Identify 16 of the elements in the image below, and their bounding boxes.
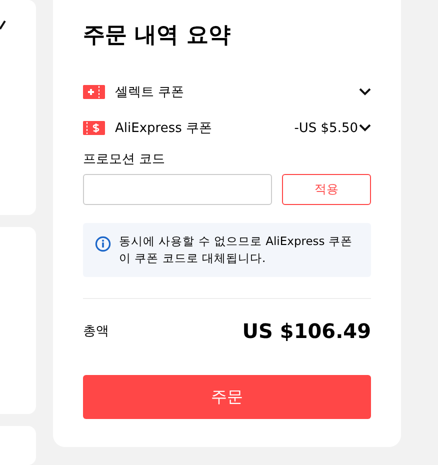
coupon-label: AliExpress 쿠폰 xyxy=(115,120,214,137)
coupon-icon xyxy=(83,85,105,99)
notice-text: 동시에 사용할 수 없으므로 AliExpress 쿠폰이 쿠폰 코드로 대체됩니다. xyxy=(119,233,354,267)
coupon-discount: -US $5.50 xyxy=(294,120,358,136)
coupon-icon xyxy=(83,121,105,135)
promo-code-field[interactable] xyxy=(83,174,272,205)
total-label: 총액 xyxy=(83,323,109,340)
apply-button[interactable]: 적용 xyxy=(282,174,371,205)
info-icon xyxy=(95,236,111,252)
chevron-icon[interactable] xyxy=(359,124,371,132)
total-amount: US $106.49 xyxy=(242,319,371,343)
promo-code-label: 프로모션 코드 xyxy=(83,151,166,168)
chevron-icon[interactable] xyxy=(359,88,371,96)
coupon-label: 셀렉트 쿠폰 xyxy=(115,84,186,101)
order-button[interactable]: 주문 xyxy=(83,375,371,419)
summary-title: 주문 내역 요약 xyxy=(83,22,232,50)
